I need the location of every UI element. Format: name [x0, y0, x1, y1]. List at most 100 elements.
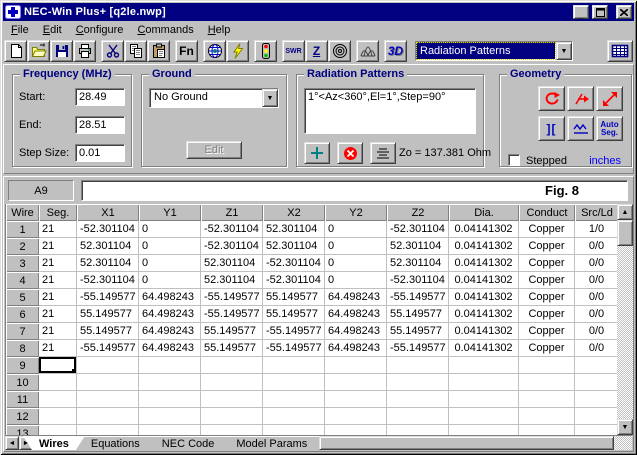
vertical-scrollbar[interactable]: ▲ ▼	[617, 204, 633, 435]
horizontal-scrollbar-track[interactable]	[614, 436, 632, 450]
cell[interactable]: 0/0	[575, 323, 618, 340]
cell[interactable]: Copper	[519, 306, 575, 323]
ground-dropdown[interactable]: No Ground ▼	[149, 88, 279, 108]
cell[interactable]: 0.04141302	[449, 306, 519, 323]
cell[interactable]: -55.149577	[387, 340, 449, 357]
tab-scroll-left-icon[interactable]: ◄	[5, 436, 19, 450]
cell[interactable]: 64.498243	[139, 323, 201, 340]
menu-help[interactable]: Help	[201, 23, 238, 37]
cell[interactable]: 55.149577	[387, 306, 449, 323]
row-number[interactable]: 3	[6, 255, 39, 272]
cell[interactable]: 0/0	[575, 306, 618, 323]
view-selector-dropdown[interactable]: Radiation Patterns ▼	[415, 41, 573, 61]
cell[interactable]: 64.498243	[325, 289, 387, 306]
cell[interactable]	[387, 391, 449, 408]
cell[interactable]: 0.04141302	[449, 289, 519, 306]
cell[interactable]: 55.149577	[263, 289, 325, 306]
row-number[interactable]: 10	[6, 374, 39, 391]
row-number[interactable]: 2	[6, 238, 39, 255]
cell[interactable]: 0	[325, 272, 387, 289]
cell[interactable]: Copper	[519, 340, 575, 357]
cell[interactable]: 21	[39, 238, 77, 255]
wire-ends-button[interactable]: ][	[538, 116, 565, 141]
dropdown-arrow-icon[interactable]: ▼	[556, 42, 572, 60]
cell[interactable]: 21	[39, 272, 77, 289]
cell[interactable]: 0.04141302	[449, 255, 519, 272]
cell[interactable]	[77, 374, 139, 391]
row-number[interactable]: 5	[6, 289, 39, 306]
cell[interactable]: -52.301104	[77, 272, 139, 289]
cell[interactable]: 0.04141302	[449, 238, 519, 255]
copy-button[interactable]	[124, 40, 147, 62]
cell[interactable]	[449, 391, 519, 408]
cell[interactable]: -55.149577	[201, 289, 263, 306]
selected-cell[interactable]	[39, 357, 77, 374]
new-button[interactable]	[4, 40, 27, 62]
cell[interactable]	[139, 408, 201, 425]
cell[interactable]: -52.301104	[387, 221, 449, 238]
cell[interactable]	[77, 357, 139, 374]
cell[interactable]	[387, 408, 449, 425]
column-header[interactable]: Conduct	[519, 204, 575, 221]
pattern-list-button[interactable]	[370, 142, 396, 164]
cell[interactable]: 0	[139, 272, 201, 289]
menu-file[interactable]: File	[4, 23, 36, 37]
maximize-button[interactable]	[592, 5, 608, 19]
horizontal-scrollbar-thumb[interactable]	[319, 436, 614, 450]
step-size-input[interactable]	[75, 144, 125, 162]
pattern-plot-button[interactable]	[356, 40, 379, 62]
cell[interactable]: 55.149577	[77, 306, 139, 323]
cell[interactable]: 55.149577	[201, 340, 263, 357]
row-number[interactable]: 1	[6, 221, 39, 238]
cell[interactable]: 0.04141302	[449, 272, 519, 289]
cell[interactable]: -55.149577	[263, 323, 325, 340]
tab-wires[interactable]: Wires	[23, 436, 85, 450]
cell[interactable]: 64.498243	[325, 306, 387, 323]
cell[interactable]: 0	[139, 221, 201, 238]
cell[interactable]: 55.149577	[263, 306, 325, 323]
cell[interactable]	[575, 425, 618, 435]
cell[interactable]: 55.149577	[201, 323, 263, 340]
scale-button[interactable]	[596, 86, 623, 111]
column-header[interactable]: Dia.	[449, 204, 519, 221]
column-header[interactable]: Src/Ld	[575, 204, 618, 221]
polar-plot-button[interactable]	[328, 40, 351, 62]
save-button[interactable]	[50, 40, 73, 62]
column-header[interactable]: Z1	[201, 204, 263, 221]
ground-edit-button[interactable]: Edit	[186, 141, 242, 159]
row-number[interactable]: 7	[6, 323, 39, 340]
menu-configure[interactable]: Configure	[69, 23, 131, 37]
cell[interactable]	[77, 391, 139, 408]
cell[interactable]: 21	[39, 340, 77, 357]
cell[interactable]: 64.498243	[139, 306, 201, 323]
row-number[interactable]: 11	[6, 391, 39, 408]
cell[interactable]: 0.04141302	[449, 323, 519, 340]
cell[interactable]	[449, 374, 519, 391]
cell[interactable]	[325, 374, 387, 391]
cell[interactable]: 64.498243	[325, 340, 387, 357]
impedance-button[interactable]: Z	[305, 40, 328, 62]
cell[interactable]	[201, 357, 263, 374]
cell[interactable]	[325, 408, 387, 425]
cell[interactable]	[39, 425, 77, 435]
cell[interactable]	[387, 374, 449, 391]
cell[interactable]: 52.301104	[77, 255, 139, 272]
cell[interactable]: 64.498243	[139, 340, 201, 357]
close-button[interactable]	[616, 5, 632, 19]
tab-equations[interactable]: Equations	[75, 436, 156, 450]
cell[interactable]	[263, 391, 325, 408]
cell[interactable]	[575, 391, 618, 408]
cell[interactable]: 0/0	[575, 272, 618, 289]
auto-seg-button[interactable]: AutoSeg.	[596, 116, 623, 141]
cell[interactable]: 52.301104	[263, 221, 325, 238]
column-header[interactable]: X2	[263, 204, 325, 221]
row-number[interactable]: 4	[6, 272, 39, 289]
row-header-column[interactable]: Wire	[6, 204, 39, 221]
cell[interactable]: -52.301104	[201, 238, 263, 255]
cell[interactable]	[201, 408, 263, 425]
formula-bar[interactable]: Fig. 8	[81, 180, 628, 201]
cell[interactable]: 21	[39, 289, 77, 306]
cell[interactable]: 0	[325, 255, 387, 272]
column-header[interactable]: Seg.	[39, 204, 77, 221]
cell[interactable]	[263, 374, 325, 391]
